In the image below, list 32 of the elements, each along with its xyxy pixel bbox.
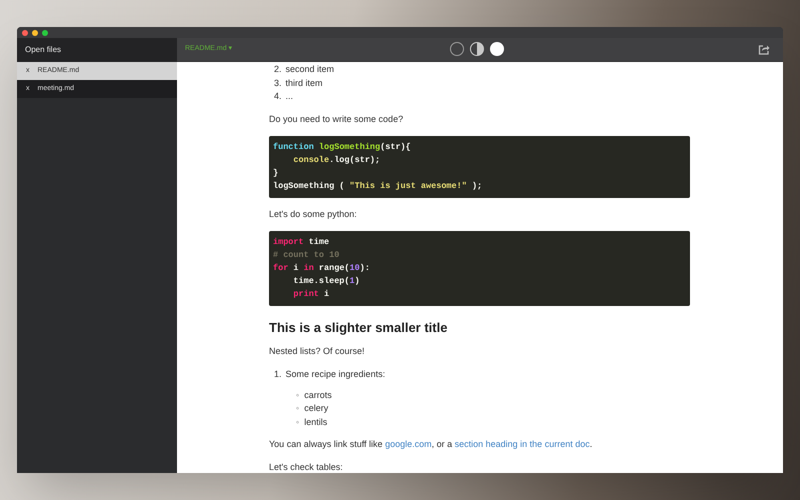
- list-item-text: second item: [286, 63, 334, 76]
- bullet-icon: ◦: [296, 416, 300, 429]
- list-item-text: carrots: [304, 388, 332, 402]
- close-window-icon[interactable]: [22, 30, 28, 36]
- list-number: 3.: [274, 76, 282, 90]
- paragraph: Do you need to write some code?: [269, 112, 404, 126]
- paragraph: Let's check tables:: [269, 461, 344, 473]
- paragraph: You can always link stuff like google.com, or a section heading in the current doc.: [269, 438, 594, 451]
- list-item-text: celery: [304, 402, 328, 415]
- list-number: 1.: [274, 368, 282, 381]
- list-number: 4.: [274, 90, 282, 103]
- light-theme-icon[interactable]: [490, 42, 504, 56]
- zoom-window-icon[interactable]: [42, 30, 48, 36]
- list-item-text: lentils: [304, 416, 328, 428]
- link[interactable]: section heading in the current doc: [454, 439, 590, 449]
- list-number: 2.: [274, 63, 282, 76]
- contrast-theme-icon[interactable]: [470, 42, 484, 56]
- minimize-window-icon[interactable]: [32, 30, 38, 36]
- list-item-text: third item: [286, 76, 323, 90]
- section-heading: This is a slighter smaller title: [269, 318, 448, 337]
- bullet-icon: ◦: [296, 402, 300, 416]
- list-item-text: Some recipe ingredients:: [286, 368, 386, 381]
- paragraph: Nested lists? Of course!: [269, 345, 366, 358]
- share-icon[interactable]: [758, 44, 770, 55]
- dark-theme-icon[interactable]: [450, 42, 464, 56]
- link[interactable]: google.com: [385, 439, 432, 449]
- paragraph: Let's do some python:: [269, 208, 358, 220]
- code-block: import time # count to 10 for i in range(10): time.sleep(1) print i: [269, 230, 690, 306]
- code-block: function logSomething(str){ console.log(str); } logSomething ( "This is just awesome!" );: [269, 136, 690, 198]
- list-item-text: ...: [286, 90, 294, 103]
- bullet-icon: ◦: [296, 388, 300, 402]
- sidebar-title: Open files: [25, 44, 62, 56]
